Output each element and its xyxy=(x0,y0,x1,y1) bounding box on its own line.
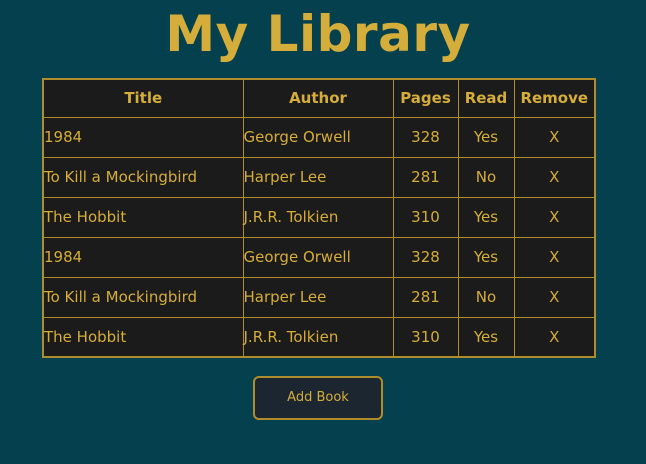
read-toggle-button[interactable]: No xyxy=(457,156,515,198)
book-author-cell: J.R.R. Tolkien xyxy=(242,316,394,358)
read-toggle-button[interactable]: Yes xyxy=(457,116,515,158)
book-author-cell: Harper Lee xyxy=(242,156,394,198)
book-pages-cell: 310 xyxy=(392,316,459,358)
table-row: To Kill a Mockingbird Harper Lee 281 No … xyxy=(42,156,596,198)
book-pages-cell: 281 xyxy=(392,276,459,318)
page-title: My Library xyxy=(165,5,471,63)
book-title-cell: 1984 xyxy=(42,236,244,278)
table-row: 1984 George Orwell 328 Yes X xyxy=(42,236,596,278)
read-toggle-button[interactable]: No xyxy=(457,276,515,318)
remove-book-button[interactable]: X xyxy=(513,196,596,238)
book-pages-cell: 281 xyxy=(392,156,459,198)
column-header-title: Title xyxy=(42,78,244,118)
book-title-cell: To Kill a Mockingbird xyxy=(42,276,244,318)
column-header-read: Read xyxy=(457,78,515,118)
remove-book-button[interactable]: X xyxy=(513,116,596,158)
table-row: To Kill a Mockingbird Harper Lee 281 No … xyxy=(42,276,596,318)
column-header-pages: Pages xyxy=(392,78,459,118)
book-title-cell: 1984 xyxy=(42,116,244,158)
table-row: The Hobbit J.R.R. Tolkien 310 Yes X xyxy=(42,316,596,358)
table-header-row: Title Author Pages Read Remove xyxy=(42,78,596,118)
column-header-remove: Remove xyxy=(513,78,596,118)
book-title-cell: The Hobbit xyxy=(42,196,244,238)
book-author-cell: George Orwell xyxy=(242,236,394,278)
library-table: Title Author Pages Read Remove 1984 Geor… xyxy=(42,78,596,358)
book-author-cell: George Orwell xyxy=(242,116,394,158)
book-pages-cell: 328 xyxy=(392,236,459,278)
book-author-cell: Harper Lee xyxy=(242,276,394,318)
table-row: 1984 George Orwell 328 Yes X xyxy=(42,116,596,158)
table-row: The Hobbit J.R.R. Tolkien 310 Yes X xyxy=(42,196,596,238)
add-book-button[interactable]: Add Book xyxy=(253,376,383,420)
remove-book-button[interactable]: X xyxy=(513,276,596,318)
book-title-cell: To Kill a Mockingbird xyxy=(42,156,244,198)
read-toggle-button[interactable]: Yes xyxy=(457,196,515,238)
remove-book-button[interactable]: X xyxy=(513,156,596,198)
book-pages-cell: 310 xyxy=(392,196,459,238)
book-title-cell: The Hobbit xyxy=(42,316,244,358)
read-toggle-button[interactable]: Yes xyxy=(457,316,515,358)
book-pages-cell: 328 xyxy=(392,116,459,158)
remove-book-button[interactable]: X xyxy=(513,236,596,278)
remove-book-button[interactable]: X xyxy=(513,316,596,358)
column-header-author: Author xyxy=(242,78,394,118)
book-author-cell: J.R.R. Tolkien xyxy=(242,196,394,238)
read-toggle-button[interactable]: Yes xyxy=(457,236,515,278)
